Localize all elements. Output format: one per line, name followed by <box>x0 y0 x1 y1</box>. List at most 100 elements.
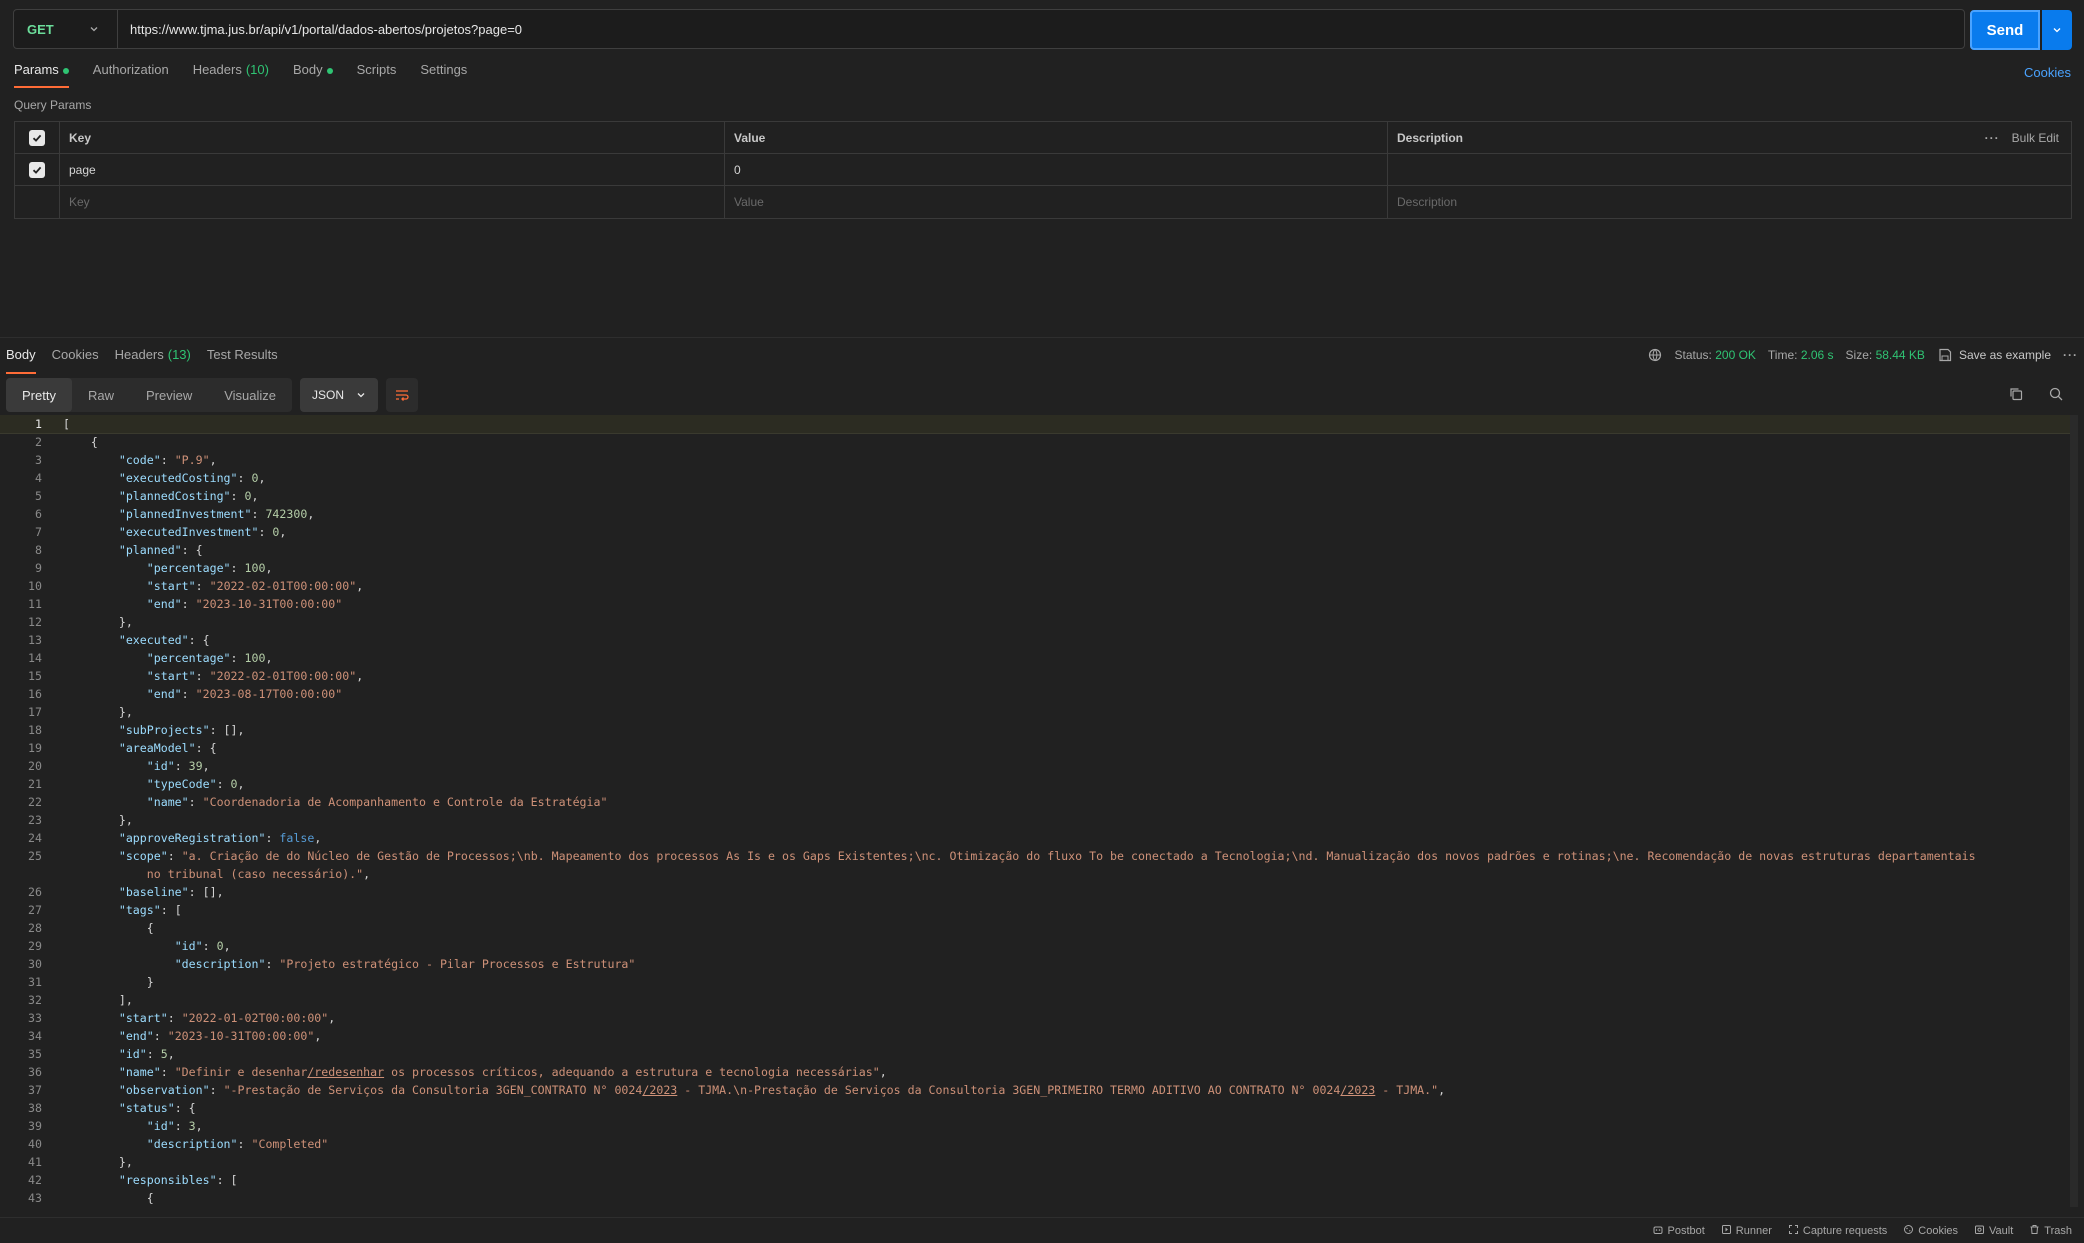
code-text: "id": 5, <box>42 1045 175 1063</box>
tab-settings[interactable]: Settings <box>420 62 467 88</box>
new-key-field[interactable]: Key <box>60 186 725 218</box>
tab-test-results[interactable]: Test Results <box>207 347 278 367</box>
code-token: : <box>202 939 217 953</box>
code-token: , <box>195 1119 203 1133</box>
param-enabled-checkbox[interactable] <box>29 161 45 178</box>
time-value: 2.06 s <box>1800 348 1834 362</box>
code-line: 36 "name": "Definir e desenhar/redesenha… <box>0 1063 2070 1081</box>
search-icon[interactable] <box>2048 386 2064 402</box>
code-token: 3 <box>188 1119 196 1133</box>
response-body-editor[interactable]: 1[2 {3 "code": "P.9", 4 "executedCosting"… <box>0 415 2070 1207</box>
line-number: 36 <box>28 1065 42 1079</box>
line-number: 27 <box>28 903 42 917</box>
code-token: 742300 <box>265 507 308 521</box>
new-description-field[interactable]: Description <box>1388 186 2071 218</box>
code-token: , <box>307 507 315 521</box>
more-options-icon[interactable]: ··· <box>2063 348 2078 362</box>
view-pretty[interactable]: Pretty <box>6 378 72 412</box>
tab-authorization[interactable]: Authorization <box>93 62 169 88</box>
headers-count: (10) <box>245 62 269 77</box>
code-token: "Coordenadoria de Acompanhamento e Contr… <box>202 795 608 809</box>
param-value-field[interactable]: 0 <box>725 154 1388 185</box>
code-token: : [ <box>216 1173 238 1187</box>
tab-response-cookies[interactable]: Cookies <box>52 347 99 367</box>
format-select[interactable]: JSON <box>300 378 379 412</box>
code-token: , <box>314 831 322 845</box>
tab-scripts[interactable]: Scripts <box>357 62 397 88</box>
code-token: "scope" <box>118 849 168 863</box>
tab-params[interactable]: Params <box>14 62 69 88</box>
code-token: { <box>146 1191 154 1205</box>
tab-label: Authorization <box>92 62 169 77</box>
code-token: : <box>195 579 210 593</box>
bulk-edit-button[interactable]: ··· Bulk Edit <box>1985 131 2059 145</box>
network-icon[interactable] <box>1647 347 1663 363</box>
code-token: : [], <box>209 723 245 737</box>
code-token: : <box>265 957 280 971</box>
code-token: : <box>160 453 175 467</box>
pane-divider[interactable] <box>0 337 2084 338</box>
statusbar-cookies[interactable]: Cookies <box>1903 1224 1958 1238</box>
size-readout[interactable]: Size: 58.44 KB <box>1846 348 1925 362</box>
send-button[interactable]: Send <box>1970 10 2040 50</box>
view-preview[interactable]: Preview <box>130 378 208 412</box>
chevron-down-icon <box>356 390 366 400</box>
method-select[interactable]: GET <box>14 10 118 48</box>
statusbar-label: Runner <box>1735 1224 1772 1237</box>
query-params-table: Key Value Description ··· Bulk Edit page … <box>14 121 2072 219</box>
save-as-example-button[interactable]: Save as example <box>1937 347 2051 363</box>
line-number: 6 <box>35 507 42 521</box>
code-text: }, <box>42 811 133 829</box>
line-number: 35 <box>28 1047 42 1061</box>
code-token: "description" <box>146 1137 238 1151</box>
code-token: "executedInvestment" <box>118 525 259 539</box>
code-token: "start" <box>118 1011 168 1025</box>
code-token: "-Prestação de Serviços da Consultoria 3… <box>223 1083 643 1097</box>
line-number <box>0 865 42 883</box>
wrap-lines-button[interactable] <box>386 378 419 412</box>
code-token: : <box>167 849 182 863</box>
code-text: { <box>42 919 154 937</box>
line-number: 15 <box>28 669 42 683</box>
statusbar-capture-requests[interactable]: Capture requests <box>1788 1224 1887 1238</box>
time-readout[interactable]: Time: 2.06 s <box>1768 348 1834 362</box>
editor-scrollbar[interactable] <box>2070 415 2078 1207</box>
code-token: "percentage" <box>146 561 231 575</box>
code-text: "name": "Coordenadoria de Acompanhamento… <box>42 793 608 811</box>
tab-response-body[interactable]: Body <box>6 347 36 374</box>
params-indicator-dot <box>62 68 69 74</box>
select-all-checkbox[interactable] <box>29 129 45 146</box>
line-number: 18 <box>28 723 42 737</box>
line-number: 8 <box>35 543 42 557</box>
code-token: "responsibles" <box>118 1173 217 1187</box>
copy-icon[interactable] <box>2008 386 2024 402</box>
code-token: 5 <box>160 1047 168 1061</box>
statusbar-runner[interactable]: Runner <box>1721 1224 1772 1238</box>
param-key-field[interactable]: page <box>60 154 725 185</box>
statusbar-trash[interactable]: Trash <box>2029 1224 2072 1238</box>
new-value-field[interactable]: Value <box>725 186 1388 218</box>
code-token: 100 <box>244 651 266 665</box>
code-token: "2023-10-31T00:00:00" <box>195 597 343 611</box>
param-description-field[interactable] <box>1388 154 2071 185</box>
code-line: 42 "responsibles": [ <box>0 1171 2070 1189</box>
statusbar-postbot[interactable]: Postbot <box>1652 1224 1705 1238</box>
tab-response-headers[interactable]: Headers (13) <box>115 347 191 367</box>
view-visualize[interactable]: Visualize <box>208 378 292 412</box>
url-input[interactable] <box>118 10 1964 48</box>
code-token: /2023 <box>642 1083 678 1097</box>
view-raw[interactable]: Raw <box>72 378 130 412</box>
line-number: 31 <box>28 975 42 989</box>
send-options-button[interactable] <box>2042 10 2072 50</box>
line-number: 22 <box>28 795 42 809</box>
statusbar-label: Postbot <box>1667 1224 1705 1237</box>
code-line: 29 "id": 0, <box>0 937 2070 955</box>
statusbar-vault[interactable]: Vault <box>1974 1224 2013 1238</box>
code-text: "planned": { <box>42 541 203 559</box>
tab-label: Test Results <box>206 347 278 362</box>
status-readout[interactable]: Status: 200 OK <box>1675 348 1756 362</box>
cookies-link[interactable]: Cookies <box>2024 65 2071 80</box>
tab-headers[interactable]: Headers (10) <box>193 62 269 88</box>
tab-body[interactable]: Body <box>293 62 333 88</box>
code-line: 11 "end": "2023-10-31T00:00:00" <box>0 595 2070 613</box>
